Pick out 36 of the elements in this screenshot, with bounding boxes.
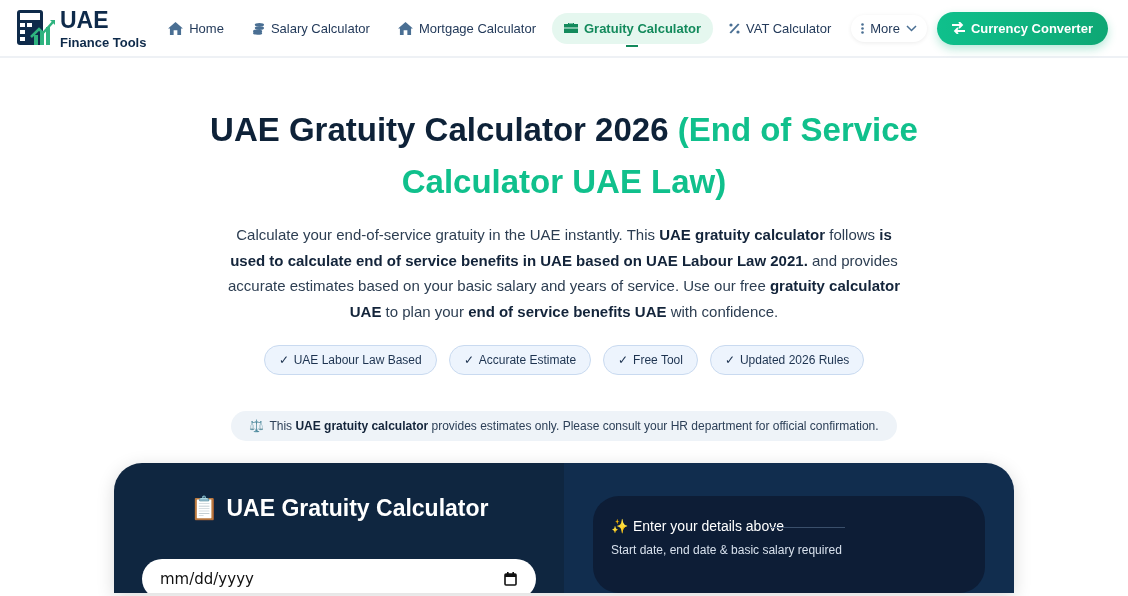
logo-icon [16, 9, 56, 47]
briefcase-icon [563, 22, 578, 34]
badge-label: Free Tool [633, 353, 683, 367]
logo-subtitle: Finance Tools [60, 34, 147, 50]
coins-icon [251, 21, 265, 35]
calculator-heading: UAE Gratuity Calculator [226, 495, 489, 522]
nav-link[interactable]: Salary Calculator [239, 12, 382, 44]
result-title: Enter your details above [633, 518, 784, 534]
check-icon: ✓ [463, 353, 474, 367]
check-icon: ✓ [724, 353, 735, 367]
intro-paragraph: Calculate your end-of-service gratuity in the UAE instantly. This UAE gratuity calculator follows is used to calculate end of service benefits in UAE based on UAE Labour Law 2021. and provides accurate estimates based on your basic salary and years of service. Use our free gratuity calculator UAE to plan your end of service benefits UAE with confidence. [227, 225, 901, 322]
nav-link[interactable]: Home [156, 12, 236, 44]
nav-link[interactable]: Gratuity Calculator [551, 12, 713, 44]
badge-label: Accurate Estimate [478, 353, 577, 367]
nav-link[interactable]: Mortgage Calculator [385, 12, 548, 44]
chevron-icon [905, 24, 917, 32]
swap-icon [951, 22, 965, 34]
calendar-icon [504, 572, 517, 586]
badge-label: UAE Labour Law Based [293, 353, 422, 367]
result-subtitle: Start date, end date & basic salary required [611, 543, 843, 557]
badge-label: Updated 2026 Rules [739, 353, 850, 367]
page-title: UAE Gratuity Calculator 2026 (End of Service Calculator UAE Law) [209, 110, 919, 202]
check-icon: ✓ [278, 353, 289, 367]
home-icon [397, 21, 413, 35]
clipboard-icon: 📋 [189, 495, 219, 522]
more-menu[interactable]: More [851, 14, 927, 42]
more-icon [861, 22, 865, 34]
logo-title: UAE [60, 6, 110, 34]
disclaimer-text: This UAE gratuity calculator provides estimates only. Please consult your HR department for official confirmation. [269, 419, 879, 433]
nav-link[interactable]: VAT Calculator [717, 12, 844, 44]
date-field[interactable]: mm/dd/yyyy [142, 559, 536, 593]
check-icon: ✓ [618, 353, 629, 367]
percent-icon [729, 22, 740, 34]
home-icon [168, 21, 184, 35]
sparkles-icon: ✨ [611, 518, 628, 534]
scales-icon: ⚖ [249, 419, 265, 433]
